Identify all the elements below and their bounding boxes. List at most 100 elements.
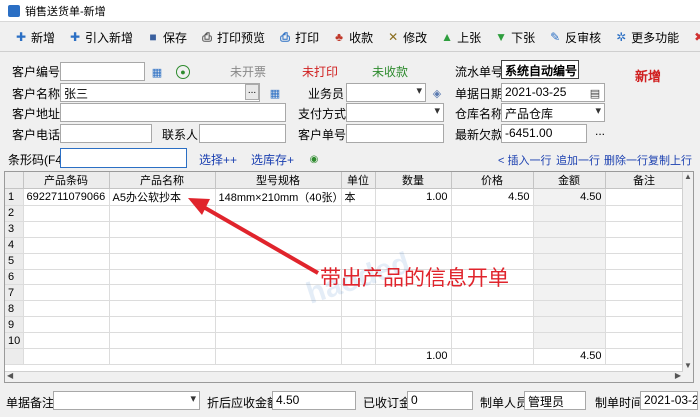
copy-row-link[interactable]: 复制上行	[648, 152, 692, 168]
eraser-icon[interactable]: ◈	[430, 86, 444, 100]
table-cell[interactable]	[23, 269, 110, 286]
globe-icon[interactable]: ◉	[307, 152, 321, 166]
prev-button[interactable]: ▲ 上张	[434, 25, 488, 49]
table-cell[interactable]	[451, 205, 534, 222]
more-button[interactable]: ✲ 更多功能	[608, 25, 686, 49]
customer-name-field[interactable]: 张三	[60, 83, 260, 102]
scroll-right-icon[interactable]: ▶	[675, 371, 681, 380]
table-cell[interactable]	[451, 332, 534, 350]
customer-address-field[interactable]	[60, 103, 286, 122]
scroll-up-icon[interactable]: ▲	[683, 172, 693, 181]
table-cell[interactable]	[23, 316, 110, 334]
table-cell[interactable]	[375, 316, 452, 334]
table-cell[interactable]	[23, 237, 110, 254]
column-header[interactable]: 产品名称	[109, 172, 216, 189]
table-cell[interactable]	[605, 253, 684, 270]
table-cell[interactable]: 1.00	[375, 188, 452, 206]
close-button[interactable]: ✖关闭	[686, 25, 700, 49]
column-header[interactable]: 数量	[375, 172, 452, 189]
next-button[interactable]: ▼ 下张	[488, 25, 542, 49]
delete-row-link[interactable]: 删除一行	[604, 152, 648, 168]
table-cell[interactable]	[451, 237, 534, 254]
insert-row-link[interactable]: < 插入一行	[498, 152, 551, 168]
table-cell[interactable]	[23, 205, 110, 222]
table-cell[interactable]	[23, 253, 110, 270]
customer-name-picker-button[interactable]: ...	[245, 84, 259, 100]
table-cell[interactable]	[451, 221, 534, 238]
table-cell[interactable]	[605, 284, 684, 302]
table-cell[interactable]	[533, 332, 606, 350]
horizontal-scrollbar[interactable]: ◀ ▶	[5, 371, 683, 382]
table-row[interactable]: 8	[5, 300, 684, 318]
table-cell[interactable]: 4.50	[451, 188, 534, 206]
table-row[interactable]: 4	[5, 237, 684, 254]
table-cell[interactable]	[109, 332, 216, 350]
table-cell[interactable]	[375, 205, 452, 222]
table-cell[interactable]	[341, 316, 376, 334]
table-cell[interactable]	[605, 221, 684, 238]
table-cell[interactable]	[533, 316, 606, 334]
column-header[interactable]: 价格	[451, 172, 534, 189]
import-new-button[interactable]: ✚ 引入新增	[62, 25, 140, 49]
table-cell[interactable]	[375, 300, 452, 318]
print-button[interactable]: ⎙ 打印	[272, 25, 326, 49]
table-row[interactable]: 3	[5, 221, 684, 238]
customer-order-field[interactable]	[346, 124, 444, 143]
select-more-link[interactable]: 选择++	[199, 151, 237, 168]
warehouse-select[interactable]: 产品仓库	[501, 103, 605, 122]
table-cell[interactable]	[533, 300, 606, 318]
table-cell[interactable]: 本	[341, 188, 376, 206]
table-cell[interactable]	[533, 237, 606, 254]
calendar-icon[interactable]: ▤	[588, 86, 602, 100]
table-cell[interactable]	[533, 284, 606, 302]
table-row[interactable]: 9	[5, 316, 684, 334]
pay-method-select[interactable]	[346, 103, 444, 122]
table-cell[interactable]	[533, 205, 606, 222]
customer-code-search-icon[interactable]: ▦	[150, 65, 164, 79]
new-button[interactable]: ✚ 新增	[8, 25, 62, 49]
column-header[interactable]: 金额	[533, 172, 606, 189]
table-cell[interactable]: 6922711079066	[23, 188, 110, 206]
table-cell[interactable]	[23, 300, 110, 318]
print-preview-button[interactable]: ⎙ 打印预览	[194, 25, 272, 49]
table-cell[interactable]	[375, 332, 452, 350]
debt-more-button[interactable]: ...	[595, 124, 605, 138]
column-header[interactable]: 产品条码	[23, 172, 110, 189]
customer-name-search-icon[interactable]: ▦	[268, 86, 282, 100]
customer-phone-field[interactable]	[60, 124, 152, 143]
table-cell[interactable]	[533, 269, 606, 286]
table-cell[interactable]	[23, 284, 110, 302]
table-cell[interactable]	[23, 221, 110, 238]
table-cell[interactable]	[109, 316, 216, 334]
append-row-link[interactable]: 追加一行	[556, 152, 600, 168]
table-cell[interactable]	[605, 237, 684, 254]
table-cell[interactable]	[451, 300, 534, 318]
collect-button[interactable]: ♣ 收款	[326, 25, 380, 49]
column-header[interactable]: 备注	[605, 172, 684, 189]
contact-field[interactable]	[199, 124, 286, 143]
barcode-input[interactable]	[60, 148, 187, 168]
table-cell[interactable]	[341, 221, 376, 238]
refresh-icon[interactable]: ●	[176, 65, 190, 79]
scroll-left-icon[interactable]: ◀	[7, 371, 13, 380]
table-cell[interactable]	[341, 300, 376, 318]
table-cell[interactable]	[109, 300, 216, 318]
table-cell[interactable]	[109, 284, 216, 302]
save-button[interactable]: ■ 保存	[140, 25, 194, 49]
table-cell[interactable]	[23, 332, 110, 350]
scroll-down-icon[interactable]: ▼	[683, 361, 693, 370]
table-row[interactable]: 2	[5, 205, 684, 222]
table-cell[interactable]: 4.50	[533, 188, 606, 206]
column-header[interactable]	[5, 172, 24, 189]
table-cell[interactable]	[375, 221, 452, 238]
table-cell[interactable]	[451, 316, 534, 334]
table-cell[interactable]	[605, 316, 684, 334]
table-cell[interactable]	[605, 188, 684, 206]
unapprove-button[interactable]: ✎ 反审核	[542, 25, 608, 49]
column-header[interactable]: 型号规格	[215, 172, 342, 189]
table-row[interactable]: 10	[5, 332, 684, 350]
edit-button[interactable]: ✕ 修改	[380, 25, 434, 49]
table-cell[interactable]	[605, 332, 684, 350]
customer-code-field[interactable]	[60, 62, 145, 81]
table-cell[interactable]	[533, 221, 606, 238]
